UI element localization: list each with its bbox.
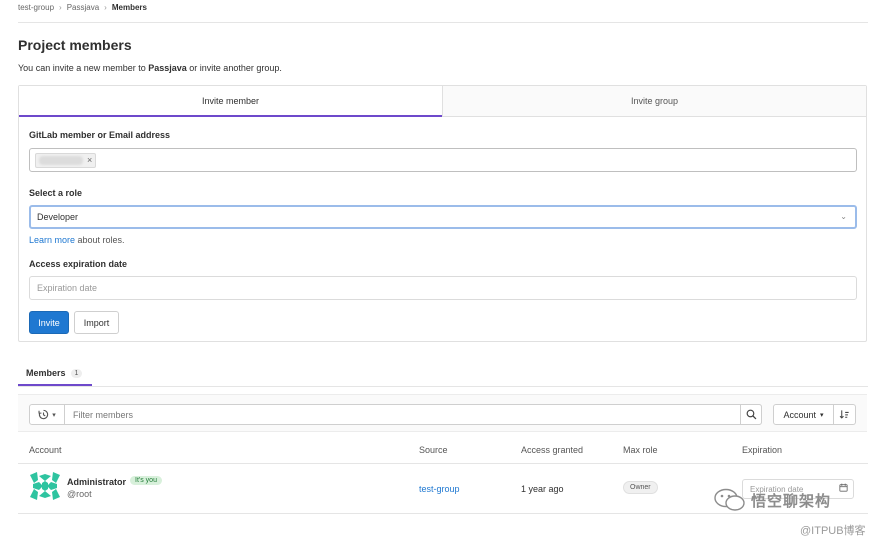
sort-dropdown[interactable]: Account ▾: [773, 404, 834, 425]
column-header-account: Account: [29, 445, 62, 455]
watermark-source: @ITPUB博客: [800, 525, 866, 537]
search-icon: [746, 409, 756, 420]
breadcrumb-project-link[interactable]: Passjava: [67, 3, 99, 12]
member-access-granted: 1 year ago: [521, 484, 564, 494]
member-username: @root: [67, 489, 92, 499]
column-header-access-granted: Access granted: [521, 445, 584, 455]
role-field-label: Select a role: [29, 188, 83, 198]
search-button[interactable]: [740, 404, 762, 425]
sort-lowest-icon: [839, 410, 849, 419]
history-dropdown[interactable]: ▾: [30, 405, 65, 424]
breadcrumb-current[interactable]: Members: [112, 3, 147, 12]
member-field-label: GitLab member or Email address: [29, 130, 171, 140]
sort-direction-button[interactable]: [834, 404, 856, 425]
member-name[interactable]: Administrator: [67, 477, 126, 487]
tab-invite-member[interactable]: Invite member: [19, 86, 442, 117]
divider: [18, 386, 868, 387]
subtitle-suffix: or invite another group.: [186, 63, 282, 73]
learn-more-link[interactable]: Learn more: [29, 235, 75, 245]
tab-invite-group[interactable]: Invite group: [442, 86, 866, 116]
expiration-date-input[interactable]: Expiration date: [29, 276, 857, 300]
chevron-down-icon: ▾: [820, 411, 824, 419]
sort-dropdown-label: Account: [783, 409, 816, 420]
import-button[interactable]: Import: [74, 311, 119, 334]
member-token-input[interactable]: ×: [29, 148, 857, 172]
filter-bar: ▾ Filter members Account ▾: [18, 394, 867, 432]
subtitle-prefix: You can invite a new member to: [18, 63, 149, 73]
avatar: [29, 471, 61, 501]
divider: [18, 22, 868, 23]
wechat-icon: [714, 488, 745, 511]
token-redacted-text: [39, 155, 83, 165]
invite-tabs: Invite member Invite group: [19, 86, 866, 117]
filter-members-input[interactable]: Filter members: [65, 410, 133, 420]
watermark: 悟空聊架构: [713, 488, 831, 512]
chevron-down-icon: ⌄: [840, 212, 847, 221]
column-header-expiration: Expiration: [742, 445, 783, 455]
divider: [18, 513, 868, 514]
invite-card: Invite member Invite group GitLab member…: [18, 85, 867, 342]
expiration-field-label: Access expiration date: [29, 259, 128, 269]
filter-search-box[interactable]: ▾ Filter members: [29, 404, 762, 425]
remove-token-icon[interactable]: ×: [87, 155, 92, 165]
chevron-right-icon: ›: [104, 3, 107, 12]
its-you-badge: It's you: [130, 476, 162, 485]
learn-more-suffix: about roles.: [75, 235, 125, 245]
calendar-icon: [839, 483, 848, 494]
member-source-link[interactable]: test-group: [419, 484, 460, 494]
breadcrumb: test-group › Passjava › Members: [18, 3, 147, 12]
divider: [18, 463, 868, 464]
column-header-max-role: Max role: [623, 445, 658, 455]
max-role-badge: Owner: [623, 481, 658, 494]
watermark-text: 悟空聊架构: [751, 492, 832, 510]
role-select[interactable]: Developer ⌄: [29, 205, 857, 229]
page-title: Project members: [18, 37, 132, 53]
chevron-down-icon: ▾: [52, 411, 56, 419]
column-header-source: Source: [419, 445, 448, 455]
members-count-badge: 1: [70, 368, 83, 378]
members-tab-label: Members: [26, 368, 66, 378]
subtitle-project-name: Passjava: [148, 63, 187, 73]
roles-help-text: Learn more about roles.: [29, 235, 125, 245]
expiration-placeholder: Expiration date: [37, 283, 98, 293]
tab-members[interactable]: Members 1: [18, 362, 92, 386]
member-token: ×: [35, 152, 97, 168]
chevron-right-icon: ›: [59, 3, 62, 12]
role-select-value: Developer: [37, 212, 79, 222]
history-icon: [38, 409, 49, 420]
invite-button[interactable]: Invite: [29, 311, 69, 334]
page-subtitle: You can invite a new member to Passjava …: [18, 63, 282, 73]
breadcrumb-group-link[interactable]: test-group: [18, 3, 54, 12]
